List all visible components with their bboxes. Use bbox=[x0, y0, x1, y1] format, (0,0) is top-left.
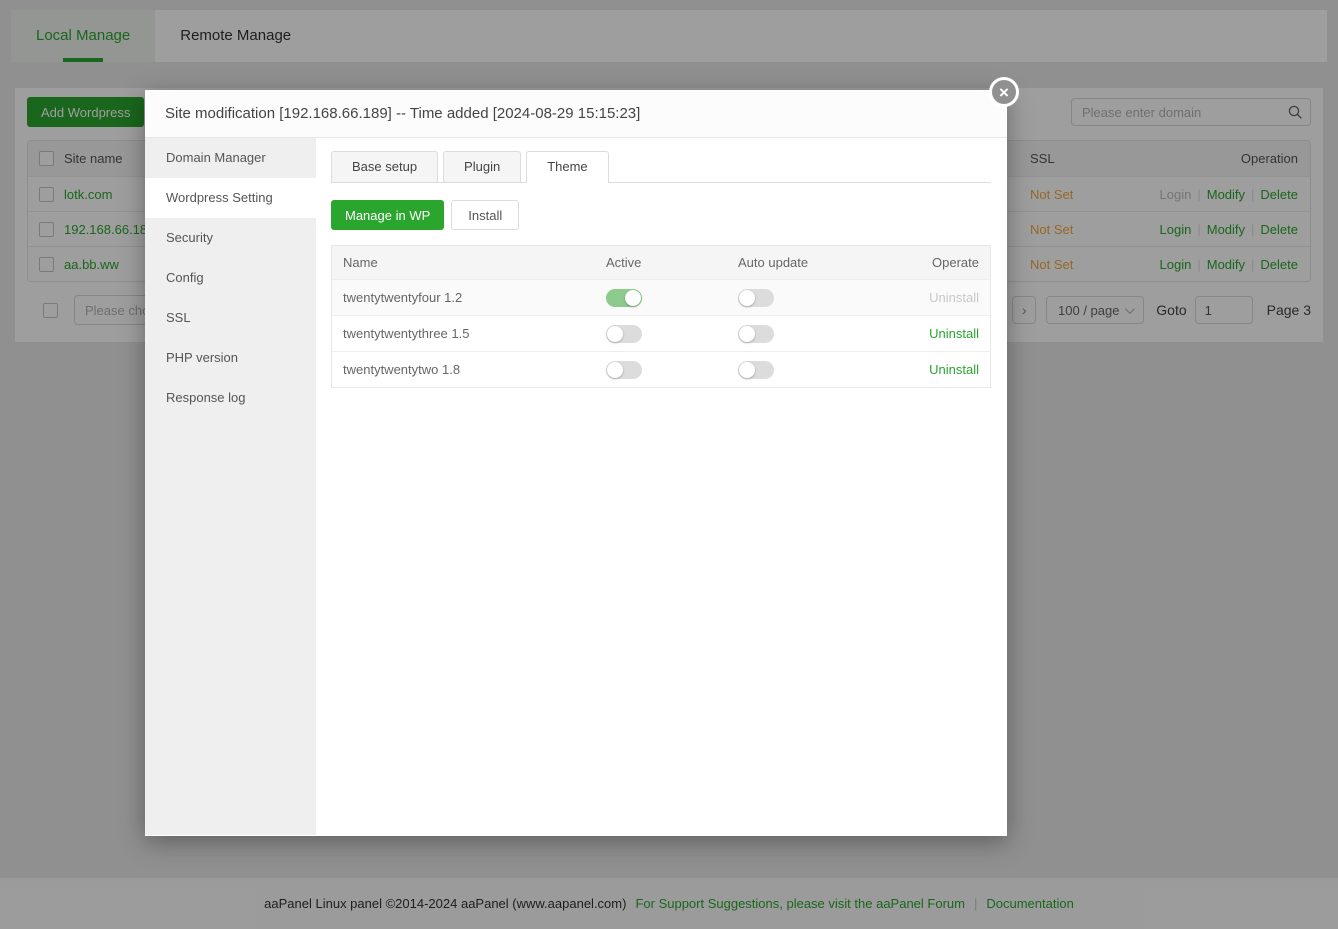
theme-row: twentytwentytwo 1.8 Uninstall bbox=[332, 351, 990, 387]
dialog-content: Base setup Plugin Theme Manage in WP Ins… bbox=[316, 138, 1007, 835]
auto-update-toggle[interactable] bbox=[738, 289, 774, 307]
auto-update-toggle[interactable] bbox=[738, 361, 774, 379]
active-toggle[interactable] bbox=[606, 361, 642, 379]
theme-row: twentytwentythree 1.5 Uninstall bbox=[332, 315, 990, 351]
sidebar-item-config[interactable]: Config bbox=[145, 258, 316, 298]
col-operate: Operate bbox=[870, 255, 990, 270]
sidebar-item-ssl[interactable]: SSL bbox=[145, 298, 316, 338]
dialog-sidebar: Domain Manager Wordpress Setting Securit… bbox=[145, 138, 316, 835]
active-toggle[interactable] bbox=[606, 325, 642, 343]
dialog-title: Site modification [192.168.66.189] -- Ti… bbox=[145, 90, 1007, 138]
close-icon[interactable]: × bbox=[989, 77, 1019, 107]
col-auto-update: Auto update bbox=[738, 255, 870, 270]
theme-table-header: Name Active Auto update Operate bbox=[332, 246, 990, 279]
uninstall-link[interactable]: Uninstall bbox=[929, 326, 979, 341]
sidebar-item-php-version[interactable]: PHP version bbox=[145, 338, 316, 378]
wordpress-setting-tabs: Base setup Plugin Theme bbox=[331, 152, 991, 183]
theme-actions: Manage in WP Install bbox=[331, 200, 991, 230]
uninstall-link[interactable]: Uninstall bbox=[929, 362, 979, 377]
uninstall-link: Uninstall bbox=[929, 290, 979, 305]
sidebar-item-wordpress-setting[interactable]: Wordpress Setting bbox=[145, 178, 316, 218]
theme-row: twentytwentyfour 1.2 Uninstall bbox=[332, 279, 990, 315]
sidebar-item-domain-manager[interactable]: Domain Manager bbox=[145, 138, 316, 178]
sidebar-item-response-log[interactable]: Response log bbox=[145, 378, 316, 418]
sidebar-item-security[interactable]: Security bbox=[145, 218, 316, 258]
manage-in-wp-button[interactable]: Manage in WP bbox=[331, 200, 444, 230]
install-button[interactable]: Install bbox=[451, 200, 519, 230]
tab-plugin[interactable]: Plugin bbox=[443, 151, 521, 182]
theme-name: twentytwentyfour 1.2 bbox=[332, 290, 606, 305]
site-modification-dialog: × Site modification [192.168.66.189] -- … bbox=[145, 90, 1007, 836]
active-toggle[interactable] bbox=[606, 289, 642, 307]
tab-theme[interactable]: Theme bbox=[526, 151, 608, 183]
auto-update-toggle[interactable] bbox=[738, 325, 774, 343]
theme-name: twentytwentythree 1.5 bbox=[332, 326, 606, 341]
tab-base-setup[interactable]: Base setup bbox=[331, 151, 438, 182]
theme-table: Name Active Auto update Operate twentytw… bbox=[331, 245, 991, 388]
theme-name: twentytwentytwo 1.8 bbox=[332, 362, 606, 377]
col-active: Active bbox=[606, 255, 738, 270]
col-name: Name bbox=[332, 255, 606, 270]
